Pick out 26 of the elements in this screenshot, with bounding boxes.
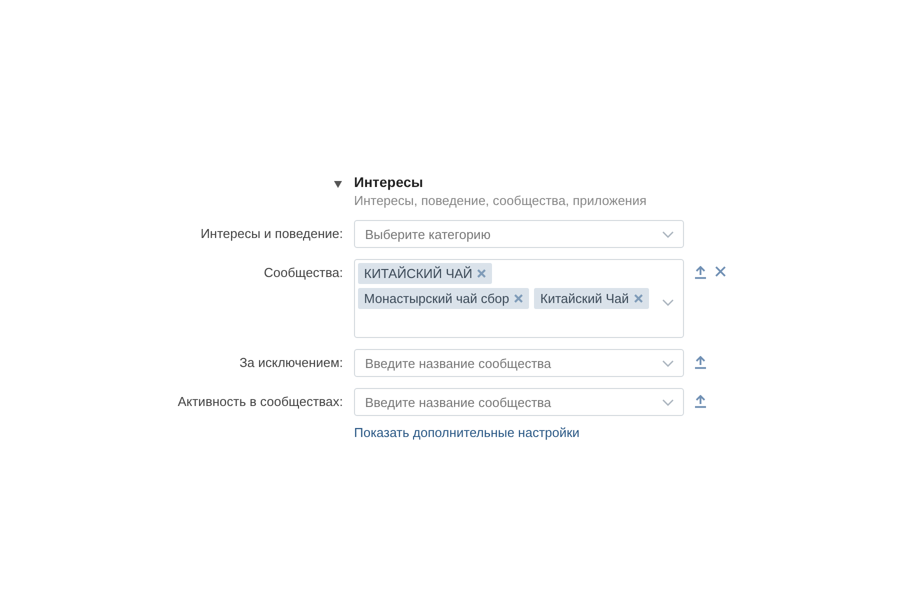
- section-subtitle: Интересы, поведение, сообщества, приложения: [354, 192, 648, 210]
- select-field[interactable]: Выберите категорию: [354, 220, 684, 248]
- tag-input-field[interactable]: КИТАЙСКИЙ ЧАЙ Монастырский чай сбор Китайский Чай: [354, 259, 684, 338]
- upload-icon[interactable]: [695, 266, 706, 279]
- collapse-triangle-icon[interactable]: [334, 181, 342, 188]
- close-icon[interactable]: [715, 266, 726, 277]
- select-field[interactable]: Введите название сообщества: [354, 349, 684, 377]
- select-field[interactable]: Введите название сообщества: [354, 388, 684, 416]
- field-label: За исключением:: [239, 355, 343, 371]
- remove-icon[interactable]: [477, 269, 486, 278]
- tag: Китайский Чай: [534, 288, 649, 309]
- field-label: Активность в сообществах:: [178, 394, 343, 410]
- chevron-down-icon[interactable]: [662, 299, 674, 306]
- tag: Монастырский чай сбор: [358, 288, 530, 309]
- remove-icon[interactable]: [514, 294, 524, 303]
- section-title: Интересы: [354, 173, 424, 191]
- field-label: Интересы и поведение:: [200, 226, 343, 242]
- upload-icon[interactable]: [695, 395, 706, 408]
- remove-icon[interactable]: [634, 294, 643, 303]
- tag: КИТАЙСКИЙ ЧАЙ: [358, 263, 492, 284]
- chevron-down-icon[interactable]: [662, 230, 674, 238]
- chevron-down-icon[interactable]: [662, 398, 674, 406]
- more-settings-link[interactable]: Показать дополнительные настройки: [354, 425, 580, 440]
- chevron-down-icon[interactable]: [662, 360, 674, 366]
- field-label: Сообщества:: [264, 265, 343, 281]
- upload-icon[interactable]: [695, 356, 706, 369]
